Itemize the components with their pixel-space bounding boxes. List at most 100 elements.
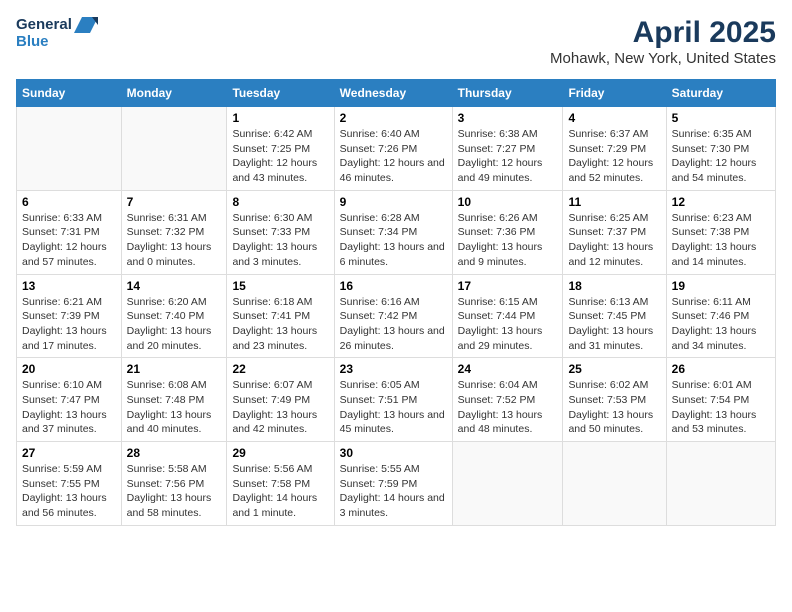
col-monday: Monday [121,80,227,107]
table-row: 10 Sunrise: 6:26 AM Sunset: 7:36 PM Dayli… [452,190,563,274]
day-number: 28 [127,446,222,460]
table-row: 13Sunrise: 6:21 AM Sunset: 7:39 PM Dayli… [17,274,122,358]
table-row: 1Sunrise: 6:42 AM Sunset: 7:25 PM Daylig… [227,107,334,191]
table-row: 5 Sunrise: 6:35 AM Sunset: 7:30 PM Daylig… [666,107,775,191]
table-row: 22 Sunrise: 6:07 AM Sunset: 7:49 PM Dayli… [227,358,334,442]
day-info: Sunrise: 6:35 AM Sunset: 7:30 PM Dayligh… [672,127,770,186]
calendar-table: Sunday Monday Tuesday Wednesday Thursday… [16,79,776,526]
page-header: General Blue April 2025 Mohawk, New York… [16,16,776,67]
table-row: 18Sunrise: 6:13 AM Sunset: 7:45 PM Dayli… [563,274,666,358]
day-info: Sunrise: 5:59 AM Sunset: 7:55 PM Dayligh… [22,462,116,521]
day-number: 8 [232,195,328,209]
day-number: 3 [458,111,558,125]
table-row: 14Sunrise: 6:20 AM Sunset: 7:40 PM Dayli… [121,274,227,358]
day-number: 21 [127,362,222,376]
day-number: 27 [22,446,116,460]
day-number: 6 [22,195,116,209]
calendar-week-row: 20 Sunrise: 6:10 AM Sunset: 7:47 PM Dayli… [17,358,776,442]
day-number: 20 [22,362,116,376]
table-row: 3Sunrise: 6:38 AM Sunset: 7:27 PM Daylig… [452,107,563,191]
table-row: 4 Sunrise: 6:37 AM Sunset: 7:29 PM Daylig… [563,107,666,191]
day-number: 17 [458,279,558,293]
table-row: 8Sunrise: 6:30 AM Sunset: 7:33 PM Daylig… [227,190,334,274]
table-row: 21 Sunrise: 6:08 AM Sunset: 7:48 PM Dayli… [121,358,227,442]
day-number: 22 [232,362,328,376]
day-info: Sunrise: 5:58 AM Sunset: 7:56 PM Dayligh… [127,462,222,521]
day-info: Sunrise: 6:04 AM Sunset: 7:52 PM Dayligh… [458,378,558,437]
day-info: Sunrise: 6:40 AM Sunset: 7:26 PM Dayligh… [340,127,447,186]
day-info: Sunrise: 6:08 AM Sunset: 7:48 PM Dayligh… [127,378,222,437]
day-number: 7 [127,195,222,209]
day-info: Sunrise: 6:31 AM Sunset: 7:32 PM Dayligh… [127,211,222,270]
day-number: 2 [340,111,447,125]
page-title: April 2025 [550,16,776,50]
calendar-week-row: 6 Sunrise: 6:33 AM Sunset: 7:31 PM Daylig… [17,190,776,274]
table-row: 20 Sunrise: 6:10 AM Sunset: 7:47 PM Dayli… [17,358,122,442]
day-number: 16 [340,279,447,293]
page-subtitle: Mohawk, New York, United States [550,50,776,67]
table-row: 9 Sunrise: 6:28 AM Sunset: 7:34 PM Daylig… [334,190,452,274]
logo-text-general: General [16,16,72,33]
logo-icon [74,17,98,33]
day-info: Sunrise: 6:23 AM Sunset: 7:38 PM Dayligh… [672,211,770,270]
table-row [121,107,227,191]
table-row: 17Sunrise: 6:15 AM Sunset: 7:44 PM Dayli… [452,274,563,358]
day-info: Sunrise: 6:13 AM Sunset: 7:45 PM Dayligh… [568,295,660,354]
col-sunday: Sunday [17,80,122,107]
table-row [666,442,775,526]
day-info: Sunrise: 6:21 AM Sunset: 7:39 PM Dayligh… [22,295,116,354]
day-number: 11 [568,195,660,209]
col-wednesday: Wednesday [334,80,452,107]
day-number: 12 [672,195,770,209]
logo-text-blue: Blue [16,33,98,50]
col-tuesday: Tuesday [227,80,334,107]
day-info: Sunrise: 6:20 AM Sunset: 7:40 PM Dayligh… [127,295,222,354]
day-info: Sunrise: 6:18 AM Sunset: 7:41 PM Dayligh… [232,295,328,354]
day-number: 4 [568,111,660,125]
calendar-week-row: 1Sunrise: 6:42 AM Sunset: 7:25 PM Daylig… [17,107,776,191]
table-row: 11 Sunrise: 6:25 AM Sunset: 7:37 PM Dayli… [563,190,666,274]
day-number: 25 [568,362,660,376]
col-friday: Friday [563,80,666,107]
day-number: 23 [340,362,447,376]
table-row [17,107,122,191]
table-row: 28 Sunrise: 5:58 AM Sunset: 7:56 PM Dayli… [121,442,227,526]
day-number: 15 [232,279,328,293]
day-info: Sunrise: 5:56 AM Sunset: 7:58 PM Dayligh… [232,462,328,521]
table-row: 16 Sunrise: 6:16 AM Sunset: 7:42 PM Dayli… [334,274,452,358]
day-number: 10 [458,195,558,209]
calendar-week-row: 27 Sunrise: 5:59 AM Sunset: 7:55 PM Dayli… [17,442,776,526]
day-number: 29 [232,446,328,460]
table-row: 2 Sunrise: 6:40 AM Sunset: 7:26 PM Daylig… [334,107,452,191]
day-info: Sunrise: 6:05 AM Sunset: 7:51 PM Dayligh… [340,378,447,437]
day-info: Sunrise: 6:07 AM Sunset: 7:49 PM Dayligh… [232,378,328,437]
day-info: Sunrise: 6:33 AM Sunset: 7:31 PM Dayligh… [22,211,116,270]
day-info: Sunrise: 6:37 AM Sunset: 7:29 PM Dayligh… [568,127,660,186]
day-info: Sunrise: 5:55 AM Sunset: 7:59 PM Dayligh… [340,462,447,521]
day-number: 26 [672,362,770,376]
day-info: Sunrise: 6:01 AM Sunset: 7:54 PM Dayligh… [672,378,770,437]
day-info: Sunrise: 6:11 AM Sunset: 7:46 PM Dayligh… [672,295,770,354]
day-number: 5 [672,111,770,125]
day-info: Sunrise: 6:16 AM Sunset: 7:42 PM Dayligh… [340,295,447,354]
calendar-week-row: 13Sunrise: 6:21 AM Sunset: 7:39 PM Dayli… [17,274,776,358]
table-row: 7 Sunrise: 6:31 AM Sunset: 7:32 PM Daylig… [121,190,227,274]
day-number: 30 [340,446,447,460]
table-row: 27 Sunrise: 5:59 AM Sunset: 7:55 PM Dayli… [17,442,122,526]
day-info: Sunrise: 6:26 AM Sunset: 7:36 PM Dayligh… [458,211,558,270]
day-number: 9 [340,195,447,209]
table-row: 19 Sunrise: 6:11 AM Sunset: 7:46 PM Dayli… [666,274,775,358]
day-info: Sunrise: 6:10 AM Sunset: 7:47 PM Dayligh… [22,378,116,437]
table-row: 25 Sunrise: 6:02 AM Sunset: 7:53 PM Dayli… [563,358,666,442]
day-number: 24 [458,362,558,376]
title-block: April 2025 Mohawk, New York, United Stat… [550,16,776,67]
day-info: Sunrise: 6:28 AM Sunset: 7:34 PM Dayligh… [340,211,447,270]
logo: General Blue [16,16,98,50]
day-info: Sunrise: 6:25 AM Sunset: 7:37 PM Dayligh… [568,211,660,270]
table-row: 15 Sunrise: 6:18 AM Sunset: 7:41 PM Dayli… [227,274,334,358]
day-number: 19 [672,279,770,293]
day-number: 1 [232,111,328,125]
day-info: Sunrise: 6:02 AM Sunset: 7:53 PM Dayligh… [568,378,660,437]
table-row: 29 Sunrise: 5:56 AM Sunset: 7:58 PM Dayli… [227,442,334,526]
table-row: 26 Sunrise: 6:01 AM Sunset: 7:54 PM Dayli… [666,358,775,442]
